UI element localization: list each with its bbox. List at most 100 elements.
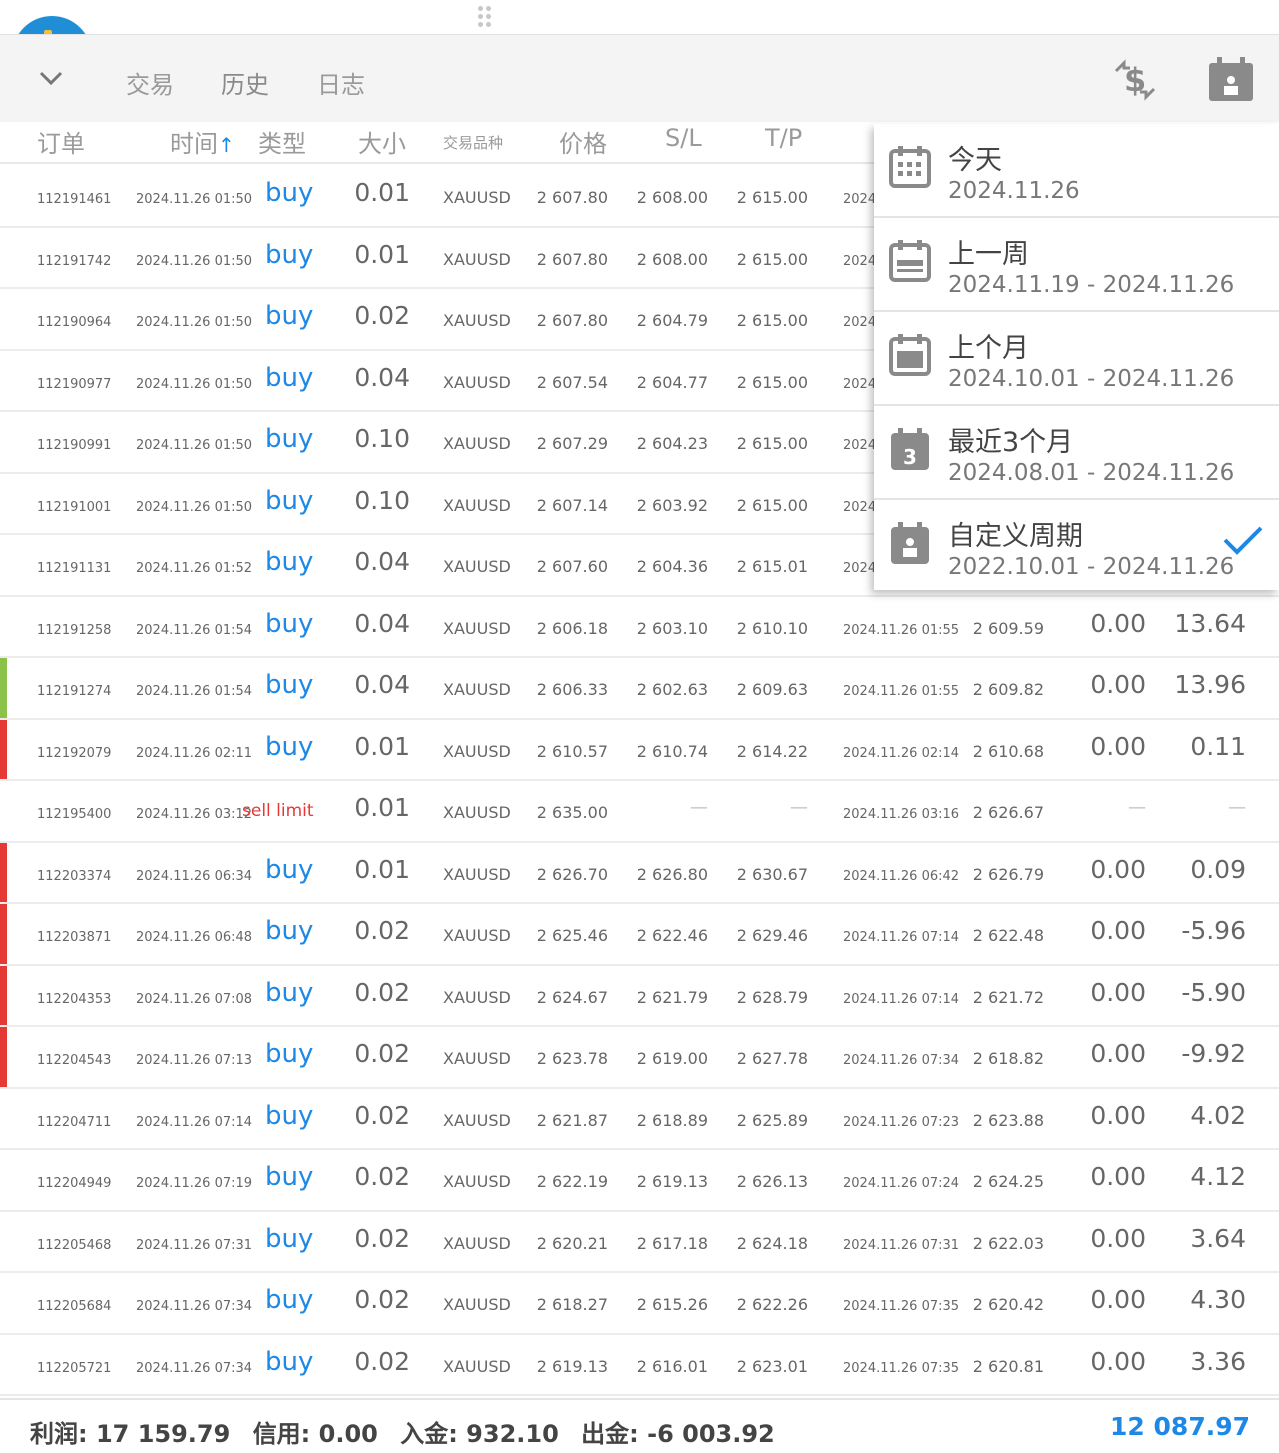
header-type[interactable]: 类型 xyxy=(258,124,306,159)
swap: 0.00 xyxy=(1090,1346,1146,1376)
profit-total: 利润: 17 159.79 xyxy=(30,1420,231,1448)
period-option[interactable]: 自定义周期 2022.10.01 - 2024.11.26 xyxy=(874,500,1279,594)
summary-footer: 利润: 17 159.79 信用: 0.00 入金: 932.10 出金: -6… xyxy=(0,1398,1279,1453)
period-option[interactable]: 今天 2024.11.26 xyxy=(874,124,1279,218)
open-time: 2024.11.26 01:50 xyxy=(136,253,253,269)
volume: 0.04 xyxy=(354,608,410,638)
swap: 0.00 xyxy=(1090,977,1146,1007)
open-price: 2 618.27 xyxy=(536,1295,608,1314)
row-status-marker xyxy=(0,842,7,902)
table-row[interactable]: 112204543 2024.11.26 07:13 buy 0.02 XAUUSD 2 … xyxy=(0,1027,1279,1089)
close-price: 2 621.72 xyxy=(972,987,1044,1007)
table-row[interactable]: 112203871 2024.11.26 06:48 buy 0.02 XAUUSD 2 … xyxy=(0,904,1279,966)
swap: 0.00 xyxy=(1090,1162,1146,1191)
table-row[interactable]: 112205468 2024.11.26 07:31 buy 0.02 XAUUSD 2 … xyxy=(0,1212,1279,1273)
header-symbol[interactable]: 交易品种 xyxy=(443,132,503,153)
deposit-total: 入金: 932.10 xyxy=(400,1420,559,1448)
period-option[interactable]: 上个月 2024.10.01 - 2024.11.26 xyxy=(874,312,1279,406)
take-profit: 2 614.22 xyxy=(736,741,808,761)
stop-loss: 2 615.26 xyxy=(636,1295,708,1314)
open-price: 2 622.19 xyxy=(536,1172,608,1191)
header-size[interactable]: 大小 xyxy=(358,124,406,159)
open-time: 2024.11.26 03:12 xyxy=(136,807,253,822)
open-time: 2024.11.26 07:34 xyxy=(136,1360,253,1376)
close-time: 2024.11.26 01:55 xyxy=(843,622,960,638)
close-time: 2024.11.26 07:35 xyxy=(843,1299,960,1314)
symbol: XAUUSD xyxy=(443,618,511,638)
tab-trade[interactable]: 交易 xyxy=(126,65,174,100)
table-row[interactable]: 112195400 2024.11.26 03:12 sell limit 0.01 X… xyxy=(0,781,1279,843)
tab-journal[interactable]: 日志 xyxy=(317,65,365,100)
stop-loss: 2 608.00 xyxy=(636,188,708,207)
order-number: 112203374 xyxy=(37,868,112,884)
close-time: 2024.11.26 07:24 xyxy=(843,1176,960,1191)
open-price: 2 607.60 xyxy=(536,557,608,576)
stop-loss: — xyxy=(690,797,708,818)
open-time: 2024.11.26 01:50 xyxy=(136,499,253,515)
calendar-period-icon[interactable] xyxy=(1206,55,1256,105)
open-price: 2 621.87 xyxy=(536,1110,608,1130)
open-price: 2 625.46 xyxy=(536,926,608,945)
stop-loss: 2 619.00 xyxy=(636,1049,708,1068)
tab-history[interactable]: 历史 xyxy=(221,65,269,100)
currency-exchange-icon[interactable]: $ xyxy=(1110,55,1160,105)
table-row[interactable]: 112191274 2024.11.26 01:54 buy 0.04 XAUUSD 2 … xyxy=(0,658,1279,720)
table-row[interactable]: 112192079 2024.11.26 02:11 buy 0.01 XAUUSD 2 … xyxy=(0,719,1279,781)
header-tp[interactable]: T/P xyxy=(765,124,802,152)
order-number: 112204711 xyxy=(37,1114,112,1130)
period-option-range: 2024.08.01 - 2024.11.26 xyxy=(948,460,1235,486)
stop-loss: 2 604.23 xyxy=(636,434,708,453)
period-option-range: 2024.10.01 - 2024.11.26 xyxy=(948,366,1235,392)
header-order[interactable]: 订单 xyxy=(37,124,85,159)
stop-loss: 2 610.74 xyxy=(636,741,708,761)
swap: 0.00 xyxy=(1090,1223,1146,1253)
header-sl[interactable]: S/L xyxy=(665,124,702,152)
open-time: 2024.11.26 02:11 xyxy=(136,745,253,761)
checkmark-icon xyxy=(1223,526,1263,555)
symbol: XAUUSD xyxy=(443,557,511,576)
drag-handle-bar[interactable] xyxy=(0,0,1279,56)
take-profit: 2 609.63 xyxy=(736,680,808,699)
open-price: 2 623.78 xyxy=(536,1049,608,1068)
symbol: XAUUSD xyxy=(443,1295,511,1314)
profit: 13.64 xyxy=(1174,608,1246,638)
calendar-3-icon: 3 xyxy=(891,428,929,470)
table-row[interactable]: 112204949 2024.11.26 07:19 buy 0.02 XAUUSD 2 … xyxy=(0,1150,1279,1212)
open-price: 2 606.33 xyxy=(536,680,608,699)
profit: 3.64 xyxy=(1190,1223,1246,1253)
take-profit: 2 626.13 xyxy=(736,1172,808,1191)
symbol: XAUUSD xyxy=(443,1110,511,1130)
summary-line: 利润: 17 159.79 信用: 0.00 入金: 932.10 出金: -6… xyxy=(30,1414,789,1449)
table-row[interactable]: 112204353 2024.11.26 07:08 buy 0.02 XAUUSD 2 … xyxy=(0,965,1279,1027)
symbol: XAUUSD xyxy=(443,1172,511,1191)
close-time: 2024 xyxy=(843,561,877,576)
header-time[interactable]: 时间↑ xyxy=(170,124,235,159)
order-number: 112205721 xyxy=(37,1360,112,1376)
open-time: 2024.11.26 06:48 xyxy=(136,930,253,945)
take-profit: 2 623.01 xyxy=(736,1356,808,1376)
table-row[interactable]: 112205684 2024.11.26 07:34 buy 0.02 XAUUSD 2 … xyxy=(0,1273,1279,1335)
header-price[interactable]: 价格 xyxy=(559,124,607,159)
drag-handle-icon[interactable] xyxy=(478,6,492,28)
stop-loss: 2 626.80 xyxy=(636,864,708,884)
history-toolbar: 交易 历史 日志 $ xyxy=(0,34,1279,122)
open-price: 2 607.54 xyxy=(536,372,608,392)
order-number: 112191258 xyxy=(37,622,112,638)
period-option[interactable]: 3 最近3个月 2024.08.01 - 2024.11.26 xyxy=(874,406,1279,500)
table-row[interactable]: 112191258 2024.11.26 01:54 buy 0.04 XAUUSD 2 … xyxy=(0,597,1279,658)
svg-text:3: 3 xyxy=(903,445,917,469)
chevron-down-icon[interactable] xyxy=(36,63,66,93)
profit: 4.02 xyxy=(1190,1100,1246,1130)
order-number: 112190991 xyxy=(37,438,112,453)
open-time: 2024.11.26 07:14 xyxy=(136,1114,253,1130)
take-profit: 2 622.26 xyxy=(736,1295,808,1314)
order-number: 112192079 xyxy=(37,745,112,761)
table-row[interactable]: 112205721 2024.11.26 07:34 buy 0.02 XAUUSD 2 … xyxy=(0,1335,1279,1396)
table-row[interactable]: 112204711 2024.11.26 07:14 buy 0.02 XAUUSD 2 … xyxy=(0,1089,1279,1150)
table-row[interactable]: 112203374 2024.11.26 06:34 buy 0.01 XAUUSD 2 … xyxy=(0,842,1279,904)
period-option[interactable]: 上一周 2024.11.19 - 2024.11.26 xyxy=(874,218,1279,312)
row-status-marker xyxy=(0,658,7,718)
order-number: 112191742 xyxy=(37,253,112,269)
swap: 0.00 xyxy=(1090,670,1146,699)
swap: 0.00 xyxy=(1090,731,1146,761)
